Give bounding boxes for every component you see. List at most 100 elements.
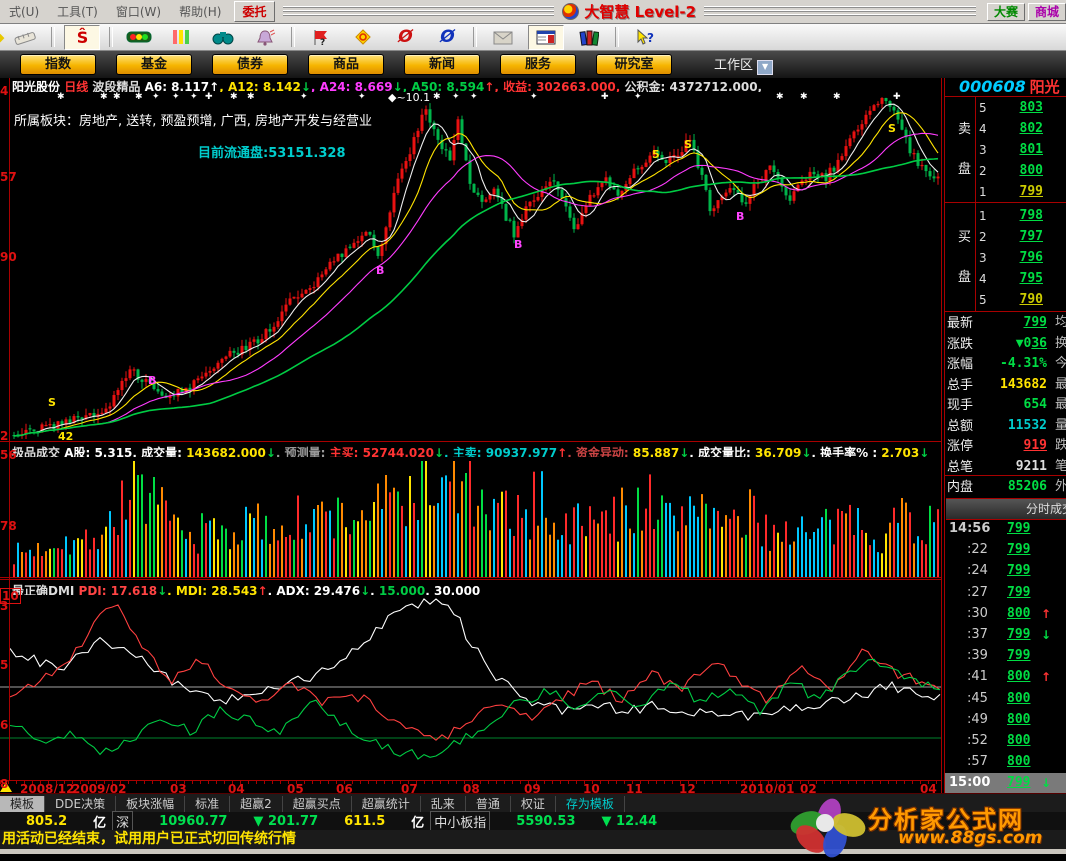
tick-row[interactable]: :30800↑ [945, 604, 1066, 624]
value-number: 11532 [1008, 416, 1047, 436]
menu-item[interactable]: 窗口(W) [107, 5, 170, 19]
help-cursor-icon[interactable]: ? [628, 26, 662, 49]
value-row-总笔[interactable]: 总笔9211笔 [947, 457, 1065, 477]
kline-chart[interactable] [0, 90, 941, 440]
value-row-涨幅[interactable]: 涨幅-4.31%今 [947, 354, 1065, 374]
phi-red-icon[interactable]: Ø [388, 26, 422, 49]
header-segment: 主买: 52744.020 [330, 446, 434, 457]
nav-button-新闻[interactable]: 新闻 [404, 54, 480, 75]
queue-row[interactable]: 5803 [979, 98, 1065, 118]
status-item: 中小板指 [430, 811, 490, 832]
alarm-bell-icon[interactable] [248, 26, 282, 49]
value-number: 654 [1024, 395, 1047, 415]
tick-time: :22 [967, 540, 988, 560]
queue-price: 797 [1020, 227, 1043, 247]
books-icon[interactable] [572, 26, 606, 49]
queue-row[interactable]: 1799 [979, 182, 1065, 202]
tick-row[interactable]: :49800 [945, 710, 1066, 730]
status-item: 亿 [411, 812, 424, 831]
tab-存为模板[interactable]: 存为模板 [556, 796, 625, 812]
window-layout-icon[interactable] [528, 25, 564, 50]
signal-letter: 5 [652, 148, 660, 161]
queue-row[interactable]: 2797 [979, 227, 1065, 247]
workspace-dropdown-icon[interactable]: ▼ [757, 60, 773, 75]
tick-row[interactable]: :37799↓ [945, 625, 1066, 645]
money-icon[interactable]: Ŝ [64, 25, 100, 50]
icon-toolbar: ◆ Ŝ ? Ø Ø ? [0, 24, 1066, 51]
tab-超赢统计[interactable]: 超赢统计 [352, 796, 421, 812]
binoculars-icon[interactable] [206, 26, 240, 49]
tab-普通[interactable]: 普通 [466, 796, 511, 812]
tab-模板[interactable]: 模板 [0, 796, 45, 812]
value-row-涨跌[interactable]: 涨跌▼036换 [947, 334, 1065, 354]
tab-板块涨幅[interactable]: 板块涨幅 [116, 796, 185, 812]
tick-row[interactable]: :22799 [945, 540, 1066, 560]
tab-DDE决策[interactable]: DDE决策 [45, 796, 116, 812]
tab-超赢2[interactable]: 超赢2 [230, 796, 283, 812]
mail-icon[interactable] [486, 26, 520, 49]
value-row-涨停[interactable]: 涨停919跌 [947, 436, 1065, 456]
stock-name: 阳光 [1030, 78, 1060, 96]
status-item: ▼ 12.44 [602, 814, 658, 829]
value-partial-glyph: 最 [1055, 375, 1066, 395]
queue-row[interactable]: 5790 [979, 290, 1065, 310]
value-label: 总笔 [947, 460, 973, 475]
nav-button-服务[interactable]: 服务 [500, 54, 576, 75]
value-row-总额[interactable]: 总额11532量 [947, 416, 1065, 436]
tick-row[interactable]: 15:00799↓ [945, 773, 1066, 793]
svg-text:?: ? [647, 31, 654, 45]
tab-超赢买点[interactable]: 超赢买点 [283, 796, 352, 812]
status-item: 805.2 [26, 814, 67, 829]
tick-row[interactable]: :41800↑ [945, 667, 1066, 687]
left-axis-number: 78 [0, 519, 17, 533]
value-row-现手[interactable]: 现手654最 [947, 395, 1065, 415]
menu-item[interactable]: 帮助(H) [170, 5, 230, 19]
tick-row[interactable]: :24799 [945, 561, 1066, 581]
menu-item[interactable]: 式(U) [0, 5, 48, 19]
tick-row[interactable]: :57800 [945, 752, 1066, 772]
flag-question-icon[interactable]: ? [304, 26, 338, 49]
tab-权证[interactable]: 权证 [511, 796, 556, 812]
chart-panel-divider [941, 78, 942, 793]
toolbar-separator [473, 27, 477, 47]
queue-row[interactable]: 4795 [979, 269, 1065, 289]
phi-blue-icon[interactable]: Ø [430, 26, 464, 49]
tick-row[interactable]: :52800 [945, 731, 1066, 751]
stock-code-name[interactable]: 000608 阳光 [959, 78, 1060, 96]
workspace-label[interactable]: 工作区▼ [714, 54, 773, 75]
menu-item[interactable]: 工具(T) [48, 5, 107, 19]
queue-row[interactable]: 4802 [979, 119, 1065, 139]
tab-标准[interactable]: 标准 [185, 796, 230, 812]
value-row-最新[interactable]: 最新799均 [947, 313, 1065, 333]
queue-row[interactable]: 3796 [979, 248, 1065, 268]
header-segment: 成交量: [141, 446, 186, 457]
nav-button-基金[interactable]: 基金 [116, 54, 192, 75]
tick-row[interactable]: :45800 [945, 689, 1066, 709]
tick-row[interactable]: :39799 [945, 646, 1066, 666]
nav-button-债券[interactable]: 债券 [212, 54, 288, 75]
dmi-chart[interactable] [0, 597, 941, 779]
nav-button-商品[interactable]: 商品 [308, 54, 384, 75]
nav-button-指数[interactable]: 指数 [20, 54, 96, 75]
queue-row[interactable]: 2800 [979, 161, 1065, 181]
queue-level: 2 [979, 164, 987, 178]
ruler-icon[interactable] [8, 26, 42, 49]
color-bars-icon[interactable] [164, 26, 198, 49]
nav-button-研究室[interactable]: 研究室 [596, 54, 672, 75]
tick-price: 799 [1007, 646, 1030, 666]
titlebar-button-商城[interactable]: 商城 [1028, 3, 1066, 21]
broker-button[interactable]: 委托 [234, 1, 274, 22]
tick-row[interactable]: :27799 [945, 583, 1066, 603]
queue-row[interactable]: 3801 [979, 140, 1065, 160]
tab-乱来[interactable]: 乱来 [421, 796, 466, 812]
diamond-sign-icon[interactable] [346, 26, 380, 49]
tick-time: :49 [967, 710, 988, 730]
tick-row[interactable]: 14:56799 [945, 519, 1066, 539]
tick-price: 800 [1007, 667, 1030, 687]
value-row-内盘[interactable]: 内盘85206外 [947, 477, 1065, 497]
traffic-light-icon[interactable] [122, 26, 156, 49]
titlebar-button-大赛[interactable]: 大赛 [987, 3, 1025, 21]
value-row-总手[interactable]: 总手143682最 [947, 375, 1065, 395]
volume-chart[interactable] [0, 458, 941, 578]
queue-row[interactable]: 1798 [979, 206, 1065, 226]
